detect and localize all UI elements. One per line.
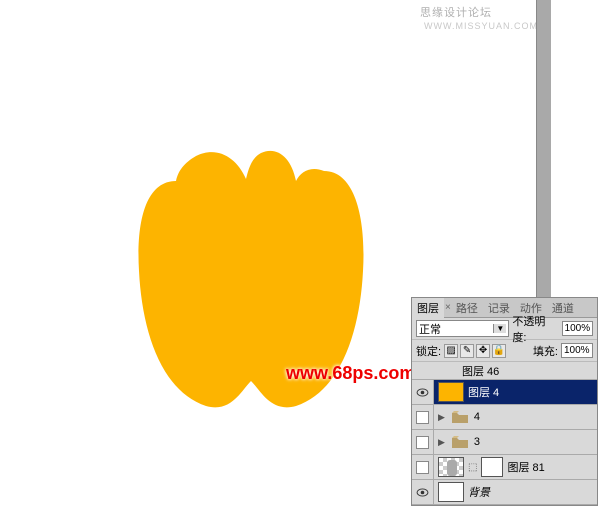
tab-paths[interactable]: 路径: [451, 298, 483, 318]
layer-thumbnail[interactable]: [438, 382, 464, 402]
folder-icon: [450, 409, 470, 425]
opacity-input[interactable]: 100%: [562, 321, 593, 336]
folder-icon: [450, 434, 470, 450]
layer-row[interactable]: 背景: [412, 480, 597, 505]
layer-name[interactable]: 图层 81: [507, 459, 544, 475]
panel-tabs: 图层 × 路径 记录 动作 通道: [412, 298, 597, 318]
lock-icons-group: ▨ ✎ ✥ 🔒: [444, 344, 506, 358]
opacity-label: 不透明度:: [512, 313, 558, 345]
blend-mode-select[interactable]: 正常▼: [416, 320, 509, 337]
layers-list: 图层 46 图层 4 ▶ 4: [412, 362, 597, 505]
visibility-toggle[interactable]: [412, 480, 434, 504]
watermark-url: www.68ps.com: [286, 363, 415, 384]
blend-opacity-row: 正常▼ 不透明度: 100%: [412, 318, 597, 340]
layer-row[interactable]: ▶ 4: [412, 405, 597, 430]
expand-icon[interactable]: ▶: [438, 437, 445, 448]
chevron-down-icon: ▼: [493, 324, 506, 333]
eye-icon: [416, 388, 429, 397]
layer-row[interactable]: ▶ 3: [412, 430, 597, 455]
lock-label: 锁定:: [416, 343, 441, 359]
visibility-off-icon: [416, 411, 429, 424]
expand-icon[interactable]: ▶: [438, 412, 445, 423]
lock-fill-row: 锁定: ▨ ✎ ✥ 🔒 填充: 100%: [412, 340, 597, 362]
fill-input[interactable]: 100%: [561, 343, 593, 358]
layer-thumbnail[interactable]: [438, 457, 464, 477]
layer-row[interactable]: 图层 46: [412, 362, 597, 380]
mask-thumbnail[interactable]: [481, 457, 503, 477]
layer-row[interactable]: ⬚ 图层 81: [412, 455, 597, 480]
visibility-off-icon: [416, 461, 429, 474]
visibility-toggle[interactable]: [412, 430, 434, 454]
mask-link-icon[interactable]: ⬚: [468, 462, 477, 473]
fill-label: 填充:: [533, 343, 558, 359]
layer-name[interactable]: 背景: [468, 484, 490, 500]
eye-icon: [416, 488, 429, 497]
visibility-toggle[interactable]: [412, 380, 434, 404]
watermark-top: 思缘设计论坛WWW.MISSYUAN.COM: [420, 4, 538, 32]
layer-thumbnail[interactable]: [438, 482, 464, 502]
visibility-toggle[interactable]: [412, 455, 434, 479]
layer-name: 图层 46: [412, 362, 499, 379]
layer-name[interactable]: 3: [474, 436, 480, 448]
lock-position-icon[interactable]: ✥: [476, 344, 490, 358]
layer-row-selected[interactable]: 图层 4: [412, 380, 597, 405]
visibility-off-icon: [416, 436, 429, 449]
tab-layers[interactable]: 图层: [412, 298, 444, 318]
layer-name[interactable]: 图层 4: [468, 384, 499, 400]
canvas-scrollbar-right[interactable]: [536, 0, 551, 297]
visibility-toggle[interactable]: [412, 405, 434, 429]
layer-name[interactable]: 4: [474, 411, 480, 423]
layers-panel: 图层 × 路径 记录 动作 通道 正常▼ 不透明度: 100% 锁定: ▨ ✎ …: [411, 297, 598, 506]
lock-pixels-icon[interactable]: ✎: [460, 344, 474, 358]
lock-all-icon[interactable]: 🔒: [492, 344, 506, 358]
lock-transparency-icon[interactable]: ▨: [444, 344, 458, 358]
tab-history[interactable]: 记录: [483, 298, 515, 318]
